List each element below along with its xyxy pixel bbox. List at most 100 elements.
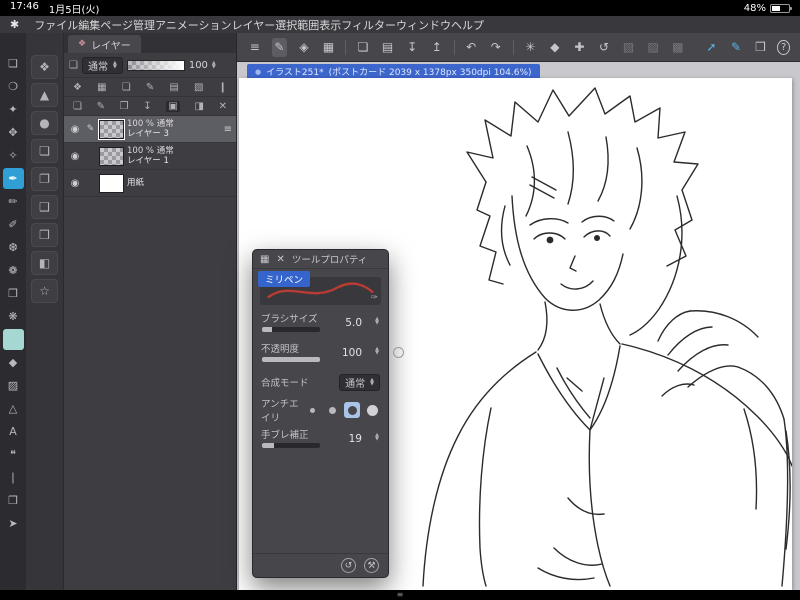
operation-tool-icon[interactable]: ➤ (3, 513, 24, 534)
layer-menu-icon[interactable]: ≡ (224, 124, 232, 135)
gradient-tool-icon[interactable]: ▨ (3, 375, 24, 396)
paper-thumbnail[interactable] (99, 173, 124, 193)
delete-layer-icon[interactable]: ✕ (219, 101, 227, 112)
flip-icon[interactable]: ▧ (621, 38, 637, 57)
grid-overlay-icon[interactable]: ▨ (645, 38, 661, 57)
eyedropper-tool-icon[interactable]: ✧ (3, 145, 24, 166)
menu-item[interactable]: 編集 (78, 19, 100, 32)
subtool-deck-4[interactable]: ❒ (31, 223, 58, 247)
select-mode-icon[interactable]: ◈ (296, 38, 312, 57)
menu-item[interactable]: フィルター (341, 19, 396, 32)
help-icon[interactable]: ? (777, 39, 791, 55)
subtool-round-group[interactable]: ● (31, 111, 58, 135)
subtool-favorites[interactable]: ☆ (31, 279, 58, 303)
ruler-tool-icon[interactable]: ❘ (3, 467, 24, 488)
ruler-range-icon[interactable]: ▤ (169, 82, 178, 93)
tool-blend-mode-stepper[interactable]: ▲ ▼ (370, 378, 374, 387)
tool-blend-mode-select[interactable]: 通常 ▲ ▼ (339, 373, 380, 391)
share-icon[interactable]: ↥ (429, 38, 445, 57)
subtool-shape-group[interactable]: ▲ (31, 83, 58, 107)
menu-item[interactable]: アニメーション (155, 19, 232, 32)
new-canvas-icon[interactable]: ❏ (355, 38, 371, 57)
stabilization-stepper[interactable]: ▲ ▼ (375, 433, 379, 442)
selection-layer-swatch-icon[interactable]: ■ (2, 329, 24, 350)
panel-close-icon[interactable]: ✕ (276, 254, 284, 265)
divider-2[interactable] (453, 39, 455, 55)
current-subtool-badge[interactable]: ミリペン (258, 271, 311, 287)
new-folder-icon[interactable]: ❐ (120, 101, 129, 112)
pen-mode-icon[interactable]: ✎ (271, 37, 288, 57)
layer-row-layer1[interactable]: ◉ 100 % 通常 レイヤー 1 (64, 143, 236, 170)
tool-settings-icon[interactable]: ⚒ (364, 558, 379, 573)
blend-mode-stepper[interactable]: ▲ ▼ (113, 61, 117, 70)
fill-icon[interactable]: ◆ (547, 38, 563, 57)
aa-strong-icon[interactable] (364, 402, 380, 418)
rotate-canvas-icon[interactable]: ↺ (596, 38, 612, 57)
text-tool-icon[interactable]: A (3, 421, 24, 442)
divider-3[interactable] (512, 39, 514, 55)
redo-icon[interactable]: ↷ (488, 38, 504, 57)
draft-layer-icon[interactable]: ✎ (146, 82, 154, 93)
home-indicator-handle[interactable]: ≡ (397, 591, 404, 599)
balloon-tool-icon[interactable]: ❝ (3, 444, 24, 465)
main-menu-icon[interactable]: ≡ (247, 38, 263, 57)
brush-size-slider[interactable] (262, 327, 320, 332)
reset-defaults-icon[interactable]: ↺ (341, 558, 356, 573)
clip-studio-logo[interactable]: ✱ (10, 18, 19, 31)
opacity-dynamics-icon[interactable] (393, 347, 404, 358)
merge-down-icon[interactable]: ▣ (166, 100, 180, 112)
menu-item[interactable]: 表示 (319, 19, 341, 32)
subtool-layers[interactable]: ◧ (31, 251, 58, 275)
menu-item[interactable]: 選択範囲 (275, 19, 319, 32)
new-vector-layer-icon[interactable]: ✎ (97, 101, 105, 112)
reference-layer-icon[interactable]: ▧ (194, 82, 203, 93)
material-panel-icon[interactable]: ▩ (670, 38, 686, 57)
menu-item[interactable]: レイヤー (232, 19, 276, 32)
document-title-tab[interactable]: ● イラスト251* (ポストカード 2039 x 1378px 350dpi … (247, 64, 540, 79)
brush-size-stepper[interactable]: ▲ ▼ (375, 317, 379, 326)
menu-item[interactable]: ページ管理 (100, 19, 155, 32)
fill-tool-icon[interactable]: ◆ (3, 352, 24, 373)
opacity-slider[interactable] (262, 357, 320, 362)
subtool-deck-3[interactable]: ❑ (31, 195, 58, 219)
menu-item[interactable]: ウィンドウ (396, 19, 451, 32)
layer-row-paper[interactable]: ◉ 用紙 (64, 170, 236, 197)
subtool-deck-1[interactable]: ❏ (31, 139, 58, 163)
opacity-stepper[interactable]: ▲ ▼ (375, 347, 379, 356)
visibility-eye-icon[interactable]: ◉ (68, 124, 82, 135)
brush-stroke-preview[interactable]: ミリペン ✑ (258, 271, 381, 305)
subtool-deck-2[interactable]: ❐ (31, 167, 58, 191)
visibility-eye-icon[interactable]: ◉ (68, 178, 82, 189)
vector-pen-icon[interactable]: ✎ (728, 38, 744, 57)
save-icon[interactable]: ↧ (404, 38, 420, 57)
lasso-tool-icon[interactable]: ❍ (3, 76, 24, 97)
auto-select-tool-icon[interactable]: ✦ (3, 99, 24, 120)
tab-layer[interactable]: ❖ レイヤー (68, 35, 141, 53)
lock-layer-icon[interactable]: ❙ (219, 82, 227, 93)
eraser-tool-icon[interactable]: ❒ (3, 283, 24, 304)
brush-tool-icon[interactable]: ✐ (3, 214, 24, 235)
layer-thumbnail[interactable] (99, 146, 124, 166)
blend-tool-icon[interactable]: ❋ (3, 306, 24, 327)
figure-tool-icon[interactable]: △ (3, 398, 24, 419)
clip-to-layer-icon[interactable]: ❏ (122, 82, 131, 93)
visibility-eye-icon[interactable]: ◉ (68, 151, 82, 162)
move-tool-icon[interactable]: ✥ (3, 122, 24, 143)
clear-icon[interactable]: ✳ (522, 38, 538, 57)
layer-row-layer3[interactable]: ◉ ✎ 100 % 通常 レイヤー 3 ≡ (64, 116, 236, 143)
stabilization-slider[interactable] (262, 443, 320, 448)
workspace-grid-icon[interactable]: ▦ (321, 38, 337, 57)
pen-tool-icon[interactable]: ✒ (2, 168, 24, 189)
vector-line-icon[interactable]: ➚ (704, 38, 720, 57)
blend-through-icon[interactable]: ❖ (73, 82, 82, 93)
snap-icon[interactable]: ✚ (572, 38, 588, 57)
transfer-down-icon[interactable]: ↧ (143, 101, 151, 112)
panel-grid-icon[interactable]: ▦ (260, 254, 269, 265)
aa-none-icon[interactable] (304, 402, 320, 418)
aa-middle-icon[interactable] (344, 402, 360, 418)
layer-opacity-slider[interactable] (126, 59, 185, 71)
subtool-marker-group[interactable]: ❖ (31, 55, 58, 79)
aa-weak-icon[interactable] (324, 402, 340, 418)
preserve-opacity-icon[interactable]: ▦ (97, 82, 106, 93)
layer-thumbnail[interactable] (98, 118, 125, 140)
